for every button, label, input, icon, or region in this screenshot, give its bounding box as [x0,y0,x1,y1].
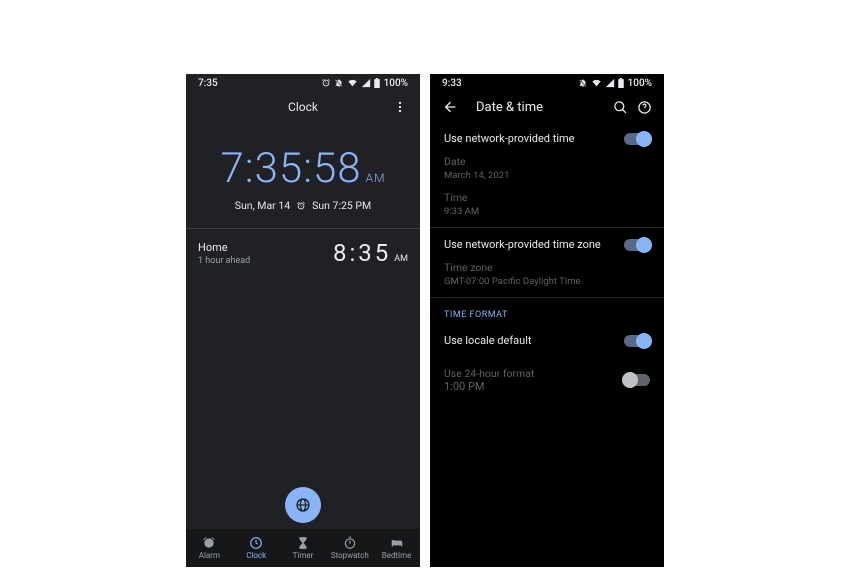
status-bar: 7:35 100% [186,74,420,92]
use-network-tz-toggle[interactable] [624,239,650,251]
nav-label: Alarm [199,551,220,560]
status-bar: 9:33 100% [430,74,664,92]
help-icon [637,100,652,115]
clock-icon [249,536,263,550]
world-clock-ampm: AM [394,254,408,264]
nav-label: Stopwatch [331,551,369,560]
setting-value: GMT-07:00 Pacific Daylight Time [444,276,650,287]
setting-label: Time zone [444,261,650,274]
use-network-tz-row[interactable]: Use network-provided time zone [430,228,664,261]
signal-icon [361,78,371,88]
battery-percent: 100% [384,78,408,89]
time-ampm: AM [366,171,386,185]
use-network-time-row[interactable]: Use network-provided time [430,122,664,155]
date-row: Sun, Mar 14 Sun 7:25 PM [186,199,420,212]
nav-label: Timer [293,551,314,560]
next-alarm-text: Sun 7:25 PM [312,199,371,212]
status-time: 7:35 [198,78,218,89]
app-bar: Date & time [430,92,664,122]
battery-percent: 100% [628,78,652,89]
timezone-row: Time zone GMT-07:00 Pacific Daylight Tim… [430,261,664,297]
setting-label: Use locale default [444,334,531,347]
battery-icon [618,78,624,88]
globe-icon [295,497,311,513]
setting-label: Use 24-hour format [444,367,534,380]
alarm-icon [321,78,331,88]
arrow-back-icon [442,99,458,115]
app-title: Clock [218,100,388,114]
dnd-icon [578,78,588,88]
nav-alarm[interactable]: Alarm [186,529,233,567]
dnd-icon [334,78,344,88]
setting-label: Use network-provided time [444,132,574,145]
status-time: 9:33 [442,78,462,89]
nav-clock[interactable]: Clock [233,529,280,567]
world-clock-offset: 1 hour ahead [198,256,250,266]
time-digits: 7:35:58 [220,144,361,193]
clock-main: 7:35:58 AM Sun, Mar 14 Sun 7:25 PM [186,122,420,212]
use-locale-default-toggle[interactable] [624,335,650,347]
use-24h-row: Use 24-hour format 1:00 PM [430,357,664,395]
world-clock-row[interactable]: Home 1 hour ahead 8:35AM [186,229,420,275]
page-title: Date & time [462,100,608,115]
world-clock-time: 8:35AM [333,239,408,267]
use-locale-default-row[interactable]: Use locale default [430,324,664,357]
date-time-settings-screen: 9:33 100% Date & time Use network-provid… [430,74,664,567]
alarm-small-icon [296,201,306,211]
bed-icon [390,536,404,550]
world-clock-city: Home [198,241,250,254]
nav-label: Bedtime [382,551,412,560]
nav-bedtime[interactable]: Bedtime [373,529,420,567]
time-format-header: TIME FORMAT [430,298,664,324]
nav-timer[interactable]: Timer [280,529,327,567]
setting-label: Use network-provided time zone [444,238,601,251]
date-row: Date March 14, 2021 [430,155,664,191]
add-city-fab[interactable] [285,487,321,523]
use-network-time-toggle[interactable] [624,133,650,145]
current-time: 7:35:58 AM [186,144,420,193]
hourglass-icon [296,536,310,550]
search-icon [613,100,628,115]
wifi-icon [591,78,602,88]
status-icons: 100% [321,78,408,89]
more-vert-icon [393,100,407,114]
status-icons: 100% [578,78,652,89]
clock-app-screen: 7:35 100% Clock 7:35:58 AM Sun, Mar 14 S… [186,74,420,567]
bottom-nav: Alarm Clock Timer Stopwatch Bedtime [186,529,420,567]
world-clock-digits: 8:35 [333,239,391,267]
back-button[interactable] [438,95,462,119]
setting-value: 9:33 AM [444,206,650,217]
battery-icon [374,78,380,88]
app-bar: Clock [186,92,420,122]
setting-value: March 14, 2021 [444,170,650,181]
setting-label: Time [444,191,650,204]
help-button[interactable] [632,95,656,119]
stopwatch-icon [343,536,357,550]
time-row: Time 9:33 AM [430,191,664,227]
date-text: Sun, Mar 14 [235,199,290,212]
setting-value: 1:00 PM [444,380,534,393]
nav-stopwatch[interactable]: Stopwatch [326,529,373,567]
signal-icon [605,78,615,88]
search-button[interactable] [608,95,632,119]
setting-label: Date [444,155,650,168]
use-24h-toggle [624,374,650,386]
wifi-icon [347,78,358,88]
nav-label: Clock [246,551,266,560]
overflow-menu-button[interactable] [388,95,412,119]
alarm-icon [202,536,216,550]
